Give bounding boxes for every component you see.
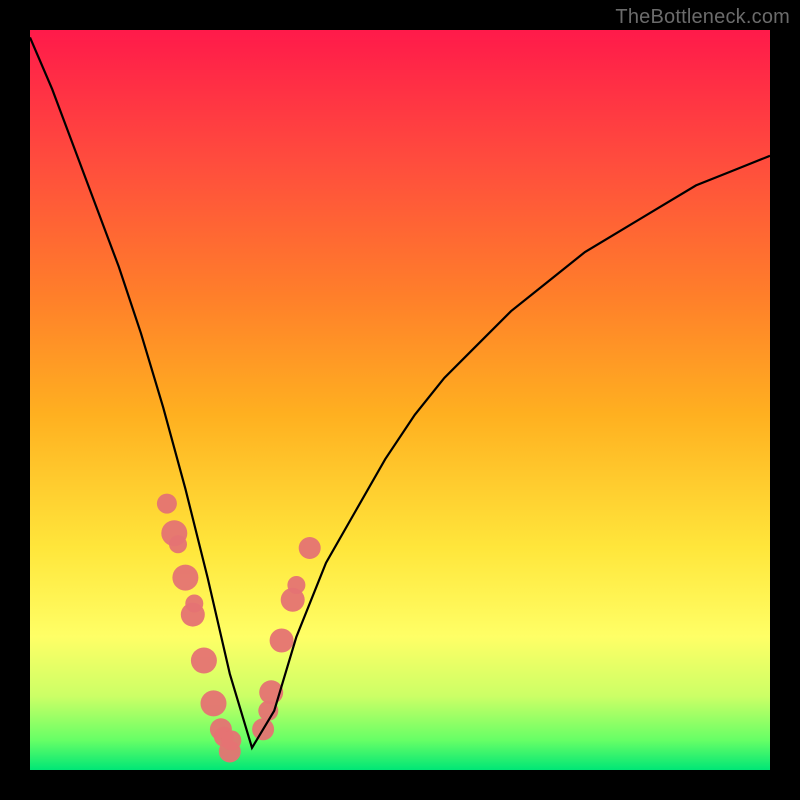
highlight-dot [172, 565, 198, 591]
highlight-dot [221, 730, 241, 750]
plot-area [30, 30, 770, 770]
highlight-dot [191, 648, 217, 674]
highlight-dot [299, 537, 321, 559]
chart-frame: TheBottleneck.com [0, 0, 800, 800]
chart-svg [30, 30, 770, 770]
watermark-text: TheBottleneck.com [615, 6, 790, 29]
highlight-dots [157, 494, 321, 763]
highlight-dot [201, 690, 227, 716]
highlight-dot [169, 535, 187, 553]
highlight-dot [287, 576, 305, 594]
highlight-dot [157, 494, 177, 514]
highlight-dot [185, 595, 203, 613]
highlight-dot [270, 629, 294, 653]
bottleneck-curve [30, 37, 770, 747]
